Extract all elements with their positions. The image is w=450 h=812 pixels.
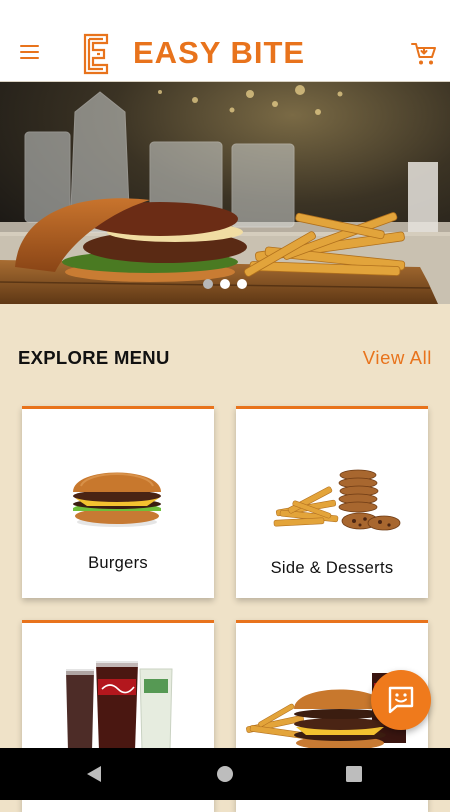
burger-image: [73, 472, 161, 527]
home-circle-icon[interactable]: [216, 765, 234, 783]
carousel-dot-3[interactable]: [237, 279, 247, 289]
category-label: Burgers: [88, 554, 148, 572]
hero-carousel[interactable]: [0, 82, 450, 304]
recents-square-icon[interactable]: [346, 766, 362, 782]
carousel-dot-2[interactable]: [220, 279, 230, 289]
logo-icon: [83, 33, 109, 75]
app-bar: EASY BITE: [0, 0, 450, 82]
view-all-link[interactable]: View All: [363, 347, 432, 369]
cart-button[interactable]: [411, 42, 437, 66]
system-navigation-bar: [0, 748, 450, 800]
fries-and-cookies-image: [273, 469, 401, 531]
shopping-cart-icon: [411, 43, 436, 65]
category-label: Side & Desserts: [270, 559, 394, 577]
back-triangle-icon[interactable]: [85, 765, 103, 783]
brand-name: EASY BITE: [133, 35, 306, 70]
carousel-dot-1[interactable]: [203, 279, 213, 289]
category-card-side-desserts[interactable]: Side & Desserts: [236, 406, 428, 598]
burger-and-fries-photo: [0, 82, 450, 304]
carousel-indicators: [0, 279, 450, 289]
soft-drinks-image: [66, 661, 173, 751]
chat-support-button[interactable]: [371, 670, 431, 730]
chat-support-icon: [388, 686, 414, 714]
category-card-burgers[interactable]: Burgers: [22, 406, 214, 598]
explore-menu-title: EXPLORE MENU: [18, 347, 170, 368]
menu-button[interactable]: [18, 42, 42, 62]
